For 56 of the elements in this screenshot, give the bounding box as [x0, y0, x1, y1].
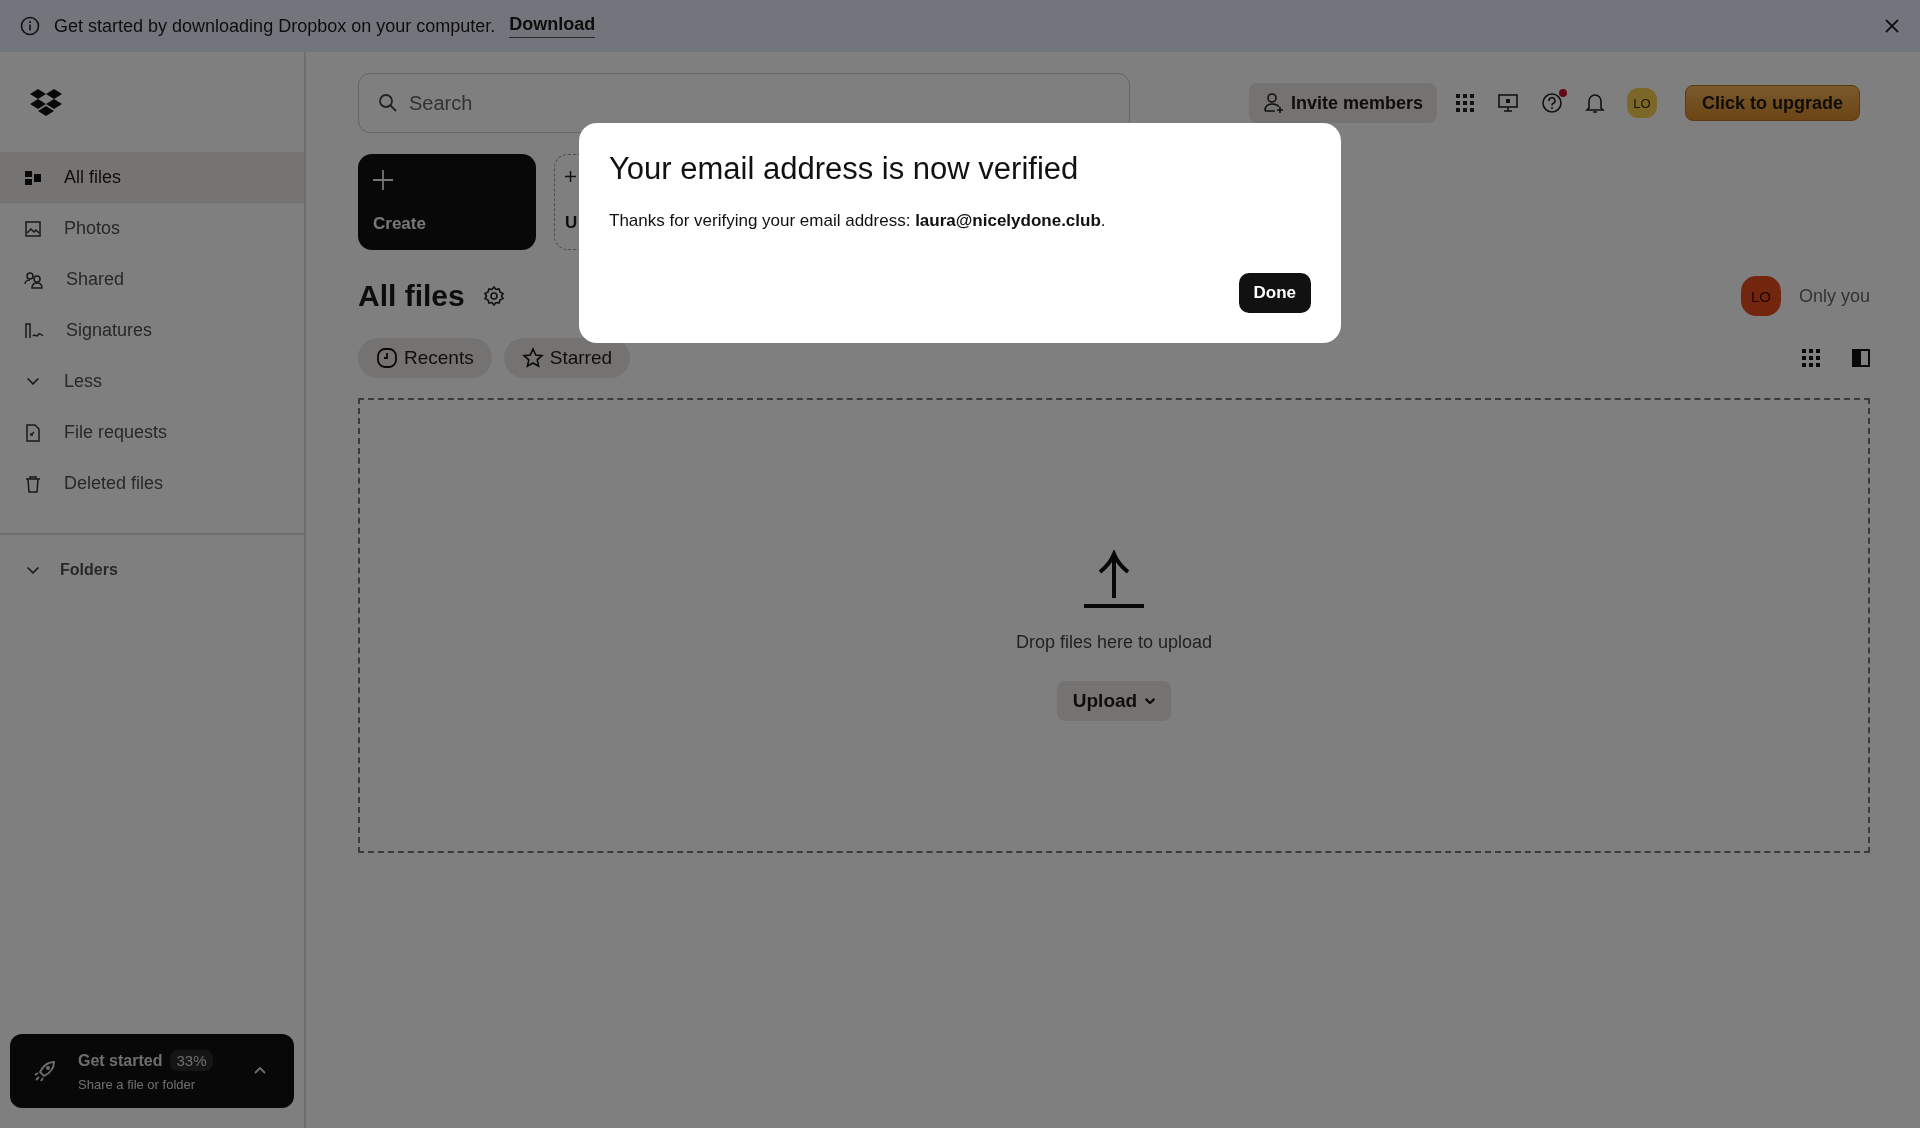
- settings-icon[interactable]: [482, 285, 505, 307]
- member-avatar: LO: [1740, 276, 1781, 316]
- clock-icon: [376, 347, 398, 369]
- plus-icon: [565, 171, 576, 182]
- people-icon: [24, 270, 44, 289]
- signature-icon: [24, 321, 44, 340]
- apps-grid-icon[interactable]: [1454, 93, 1475, 113]
- download-link[interactable]: Download: [509, 14, 596, 38]
- search-icon: [378, 93, 398, 113]
- get-started-subtitle: Share a file or folder: [78, 1077, 197, 1092]
- plus-icon: [373, 170, 393, 190]
- sidebar-item[interactable]: Less: [0, 356, 304, 407]
- logo-icon[interactable]: [29, 88, 63, 118]
- panel-toggle-icon[interactable]: [1852, 349, 1870, 367]
- monitor-icon[interactable]: [1496, 93, 1519, 113]
- filter-chip[interactable]: Starred: [503, 338, 630, 378]
- progress-badge: 33%: [170, 1050, 213, 1071]
- sidebar-item[interactable]: Shared: [0, 254, 304, 305]
- done-button[interactable]: Done: [1238, 273, 1311, 313]
- image-icon: [24, 219, 42, 238]
- chevron-down-icon: [1145, 698, 1156, 704]
- invite-members-button[interactable]: Invite members: [1248, 83, 1437, 123]
- get-started-title: Get started: [78, 1051, 163, 1070]
- close-icon[interactable]: [1884, 18, 1900, 34]
- grid-view-icon[interactable]: [1802, 349, 1820, 367]
- sidebar-item[interactable]: All files: [0, 152, 304, 203]
- sidebar-item[interactable]: File requests: [0, 407, 304, 458]
- chevron-down-icon: [27, 566, 39, 574]
- dialog-message: Thanks for verifying your email address: laura@nicelydone.club.: [609, 211, 1107, 231]
- upload-icon: [1082, 550, 1146, 610]
- help-icon[interactable]: [1540, 92, 1563, 114]
- dialog-title: Your email address is now verified: [609, 151, 1080, 187]
- sidebar-item[interactable]: Signatures: [0, 305, 304, 356]
- star-icon: [521, 347, 544, 369]
- user-avatar[interactable]: LO: [1626, 88, 1657, 118]
- upgrade-button[interactable]: Click to upgrade: [1684, 85, 1860, 121]
- action-card[interactable]: Create: [358, 154, 536, 250]
- page-title: All files: [358, 279, 465, 313]
- get-started-card[interactable]: Get started 33% Share a file or folder: [10, 1034, 294, 1108]
- sidebar-item[interactable]: Photos: [0, 203, 304, 254]
- sidebar-item[interactable]: Deleted files: [0, 458, 304, 509]
- info-icon: [20, 16, 40, 36]
- filter-chip[interactable]: Recents: [358, 338, 492, 378]
- files-icon: [24, 168, 42, 187]
- upload-button[interactable]: Upload: [1056, 681, 1172, 721]
- drop-zone[interactable]: Drop files here to upload Upload: [358, 398, 1870, 853]
- folders-section-toggle[interactable]: Folders: [0, 535, 304, 579]
- banner-text: Get started by downloading Dropbox on your computer.: [54, 15, 496, 37]
- sharing-status: Only you: [1798, 285, 1870, 307]
- add-person-icon: [1262, 92, 1285, 114]
- trash-icon: [24, 474, 42, 493]
- drop-hint: Drop files here to upload: [1015, 632, 1213, 653]
- file-icon: [24, 423, 42, 442]
- rocket-icon: [32, 1058, 58, 1084]
- chevron-down-icon: [27, 378, 39, 385]
- bell-icon[interactable]: [1584, 92, 1605, 114]
